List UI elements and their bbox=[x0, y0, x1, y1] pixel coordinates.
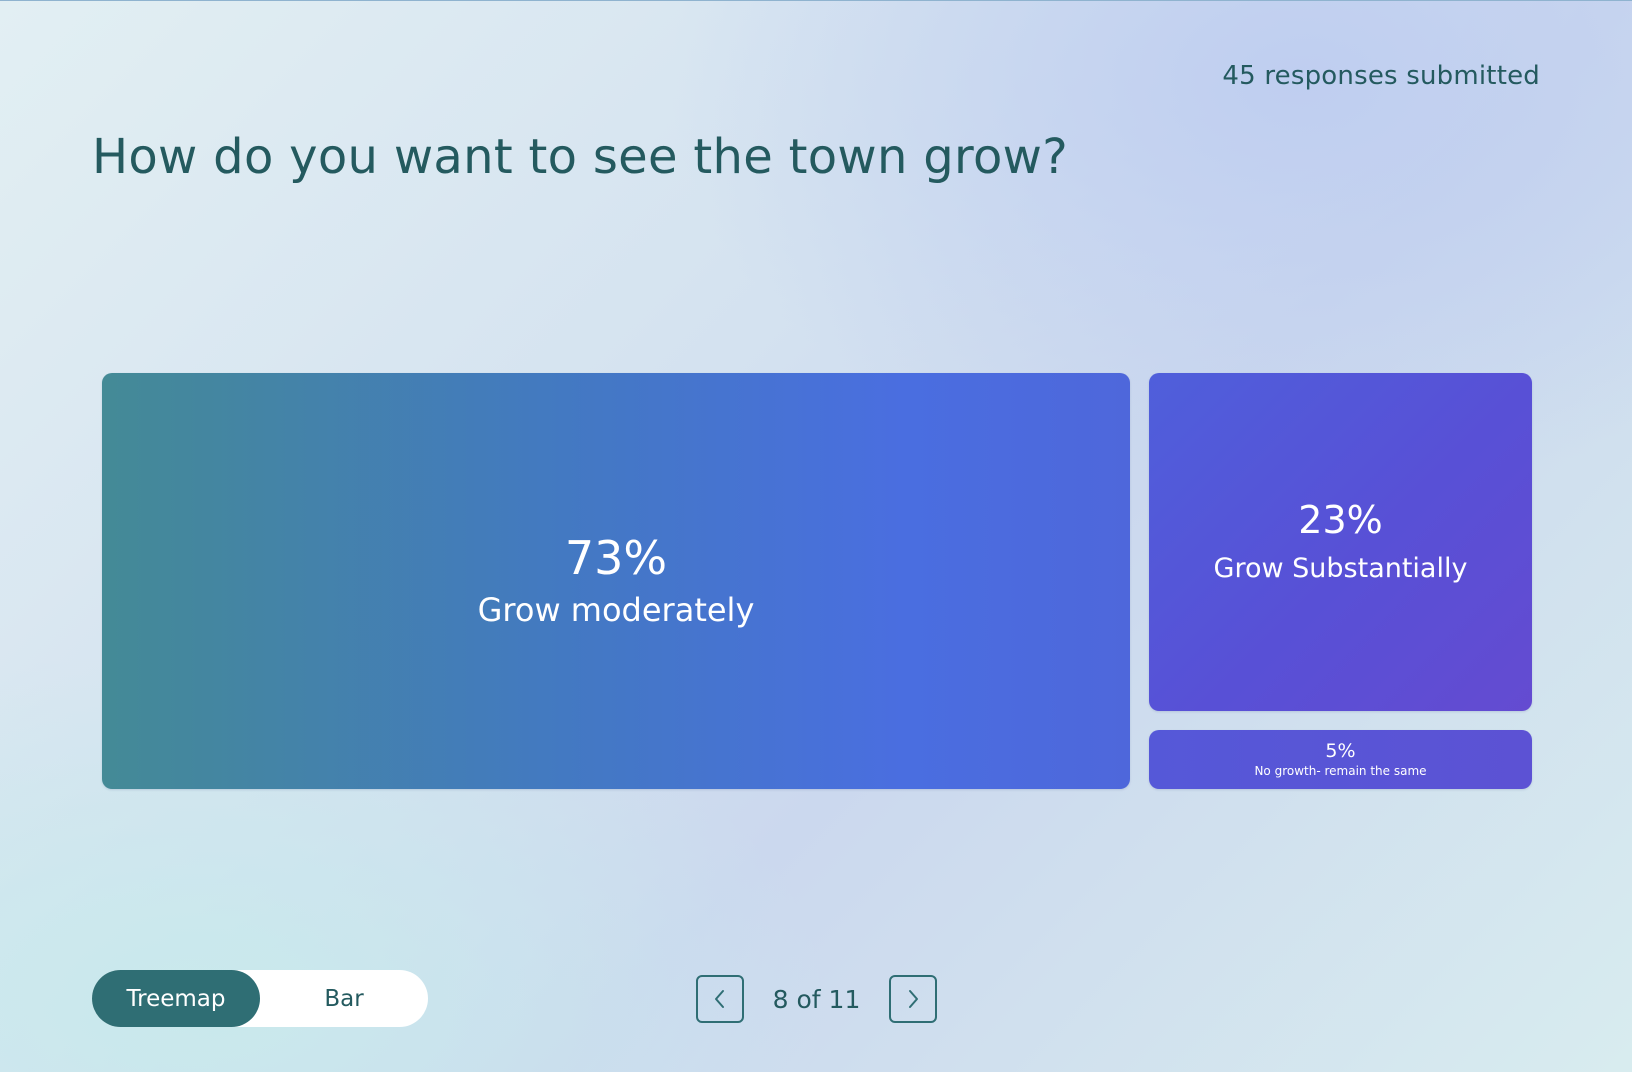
question-title: How do you want to see the town grow? bbox=[92, 129, 1068, 185]
responses-count: 45 responses submitted bbox=[1222, 61, 1540, 91]
toggle-bar[interactable]: Bar bbox=[260, 970, 428, 1027]
tile-percent: 23% bbox=[1298, 497, 1383, 542]
chevron-left-icon bbox=[715, 990, 724, 1008]
treemap-tile-grow-substantially[interactable]: 23% Grow Substantially bbox=[1149, 373, 1532, 711]
prev-page-button[interactable] bbox=[696, 975, 744, 1023]
pager: 8 of 11 bbox=[696, 974, 937, 1024]
chevron-right-icon bbox=[909, 990, 918, 1008]
tile-label: Grow Substantially bbox=[1213, 553, 1468, 585]
view-toggle: Treemap Bar bbox=[92, 970, 428, 1027]
treemap-chart: 73% Grow moderately 23% Grow Substantial… bbox=[102, 373, 1532, 789]
treemap-tile-no-growth[interactable]: 5% No growth- remain the same bbox=[1149, 730, 1532, 789]
tile-label: Grow moderately bbox=[477, 590, 755, 629]
page-indicator: 8 of 11 bbox=[772, 984, 861, 1014]
treemap-tile-grow-moderately[interactable]: 73% Grow moderately bbox=[102, 373, 1130, 789]
toggle-treemap[interactable]: Treemap bbox=[92, 970, 260, 1027]
tile-label: No growth- remain the same bbox=[1254, 763, 1427, 778]
next-page-button[interactable] bbox=[889, 975, 937, 1023]
tile-percent: 73% bbox=[564, 530, 668, 585]
tile-percent: 5% bbox=[1325, 739, 1356, 762]
